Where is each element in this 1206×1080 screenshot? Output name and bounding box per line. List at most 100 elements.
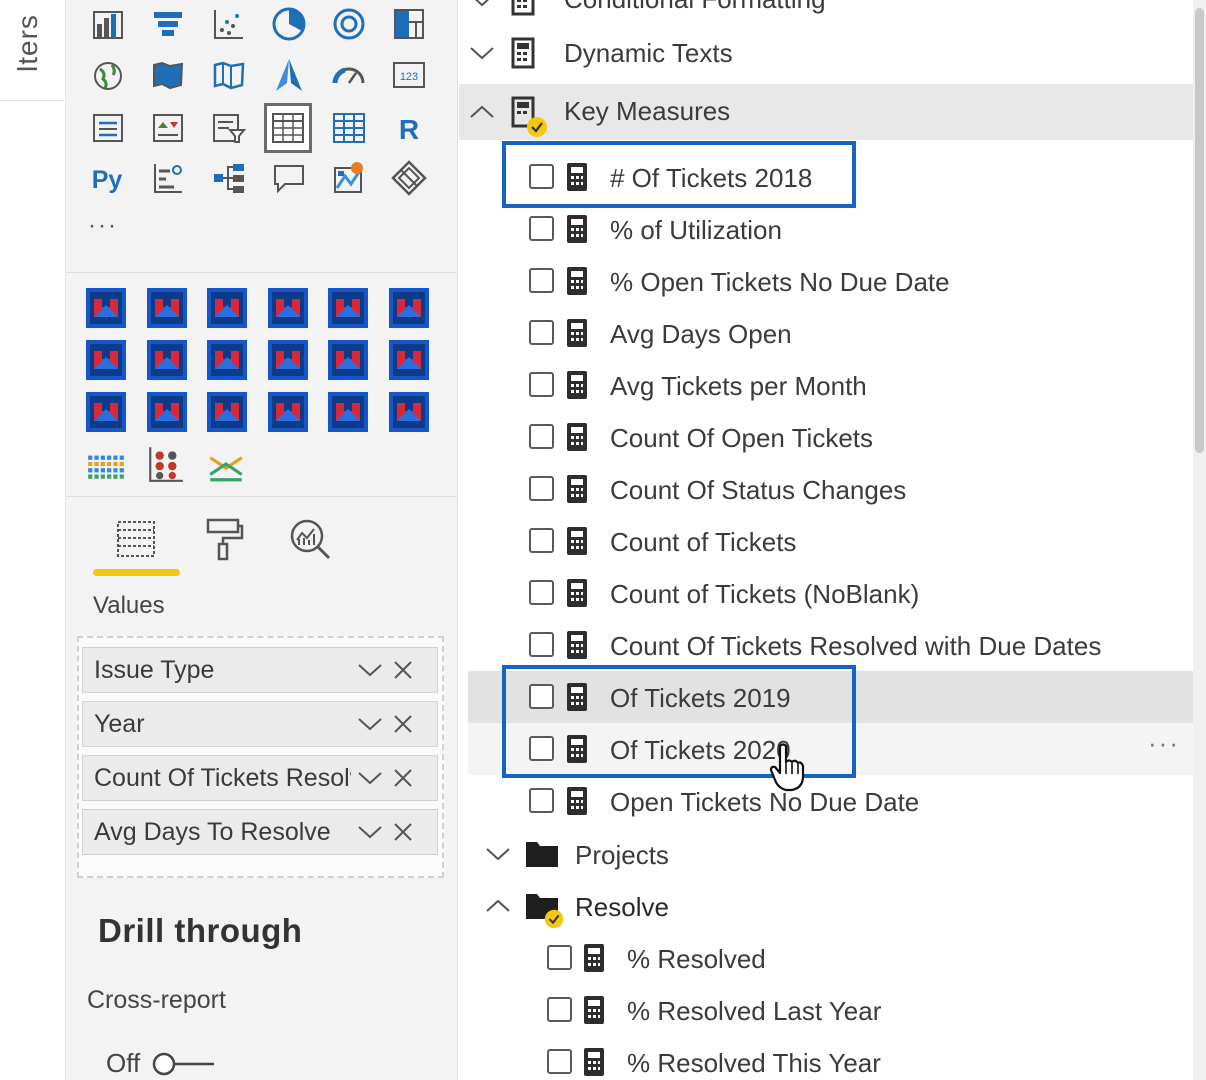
custom-visual-icon[interactable] bbox=[84, 286, 128, 330]
custom-visual-icon[interactable] bbox=[387, 286, 431, 330]
table-row-conditional-formatting[interactable]: Conditional Formatting bbox=[459, 0, 1194, 26]
measure-row[interactable]: Count Of Tickets Resolved with Due Dates bbox=[459, 619, 1194, 671]
treemap-icon[interactable] bbox=[387, 2, 431, 46]
filters-pane-collapsed[interactable]: lters bbox=[0, 0, 66, 1080]
close-icon[interactable] bbox=[387, 709, 419, 739]
measure-checkbox[interactable] bbox=[529, 632, 554, 657]
measure-checkbox[interactable] bbox=[547, 945, 572, 970]
chevron-down-icon[interactable] bbox=[355, 817, 385, 847]
custom-visual-icon[interactable] bbox=[205, 286, 249, 330]
measure-row[interactable]: % Resolved bbox=[459, 932, 1194, 984]
custom-visual-icon[interactable] bbox=[326, 286, 370, 330]
custom-visual-icon[interactable] bbox=[84, 338, 128, 382]
dot-plot-icon[interactable] bbox=[144, 442, 188, 486]
card-icon[interactable]: 123 bbox=[387, 53, 431, 97]
measure-row[interactable]: Count Of Status Changes bbox=[459, 463, 1194, 515]
chevron-up-icon[interactable] bbox=[483, 891, 513, 921]
custom-visual-icon[interactable] bbox=[387, 390, 431, 434]
scrollbar-thumb[interactable] bbox=[1195, 8, 1204, 453]
custom-visual-icon[interactable] bbox=[145, 338, 189, 382]
donut-chart-icon[interactable] bbox=[327, 2, 371, 46]
measure-checkbox[interactable] bbox=[529, 320, 554, 345]
custom-visual-icon[interactable] bbox=[145, 390, 189, 434]
table-icon[interactable] bbox=[264, 103, 312, 153]
pie-chart-icon[interactable] bbox=[267, 2, 311, 46]
chevron-down-icon[interactable] bbox=[467, 0, 497, 15]
stacked-column-chart-icon[interactable] bbox=[86, 2, 130, 46]
custom-visual-icon[interactable] bbox=[145, 286, 189, 330]
measure-row[interactable]: % Resolved This Year bbox=[459, 1036, 1194, 1080]
matrix-icon[interactable] bbox=[327, 106, 371, 150]
r-visual-icon[interactable]: R bbox=[387, 106, 431, 150]
chevron-up-icon[interactable] bbox=[467, 97, 497, 127]
arcgis-map-icon[interactable] bbox=[327, 156, 371, 200]
measure-row[interactable]: % Open Tickets No Due Date bbox=[459, 255, 1194, 307]
more-visuals-button[interactable]: ··· bbox=[88, 212, 118, 240]
cross-report-toggle[interactable] bbox=[152, 1050, 216, 1078]
measure-checkbox[interactable] bbox=[547, 997, 572, 1022]
measure-row[interactable]: % Resolved Last Year bbox=[459, 984, 1194, 1036]
heatmap-grid-icon[interactable] bbox=[84, 442, 128, 486]
custom-visual-icon[interactable] bbox=[266, 286, 310, 330]
measure-row[interactable]: Count Of Open Tickets bbox=[459, 411, 1194, 463]
value-field-pill[interactable]: Count Of Tickets Resolv bbox=[82, 755, 438, 801]
custom-visual-icon[interactable] bbox=[387, 338, 431, 382]
qa-icon[interactable] bbox=[267, 156, 311, 200]
range-chart-icon[interactable] bbox=[204, 442, 248, 486]
folder-row-resolve[interactable]: Resolve bbox=[459, 880, 1194, 932]
funnel-chart-icon[interactable] bbox=[146, 2, 190, 46]
measure-checkbox[interactable] bbox=[547, 1049, 572, 1074]
custom-visual-icon[interactable] bbox=[84, 390, 128, 434]
fields-tab-icon[interactable] bbox=[106, 511, 166, 567]
chevron-down-icon[interactable] bbox=[355, 655, 385, 685]
close-icon[interactable] bbox=[387, 817, 419, 847]
table-row-dynamic-texts[interactable]: Dynamic Texts bbox=[459, 27, 1194, 79]
multi-row-card-icon[interactable] bbox=[86, 106, 130, 150]
measure-checkbox[interactable] bbox=[529, 788, 554, 813]
measure-checkbox[interactable] bbox=[529, 476, 554, 501]
custom-visual-icon[interactable] bbox=[266, 338, 310, 382]
measure-checkbox[interactable] bbox=[529, 216, 554, 241]
more-options-button[interactable]: ··· bbox=[1148, 728, 1180, 759]
kpi-icon[interactable] bbox=[146, 106, 190, 150]
measure-row[interactable]: Count of Tickets bbox=[459, 515, 1194, 567]
custom-visual-icon[interactable] bbox=[205, 338, 249, 382]
azure-map-icon[interactable] bbox=[267, 53, 311, 97]
measure-checkbox[interactable] bbox=[529, 580, 554, 605]
filters-label[interactable]: lters bbox=[12, 0, 44, 72]
measure-checkbox[interactable] bbox=[529, 372, 554, 397]
chevron-down-icon[interactable] bbox=[355, 763, 385, 793]
key-influencers-icon[interactable] bbox=[146, 156, 190, 200]
measure-row[interactable]: % of Utilization bbox=[459, 203, 1194, 255]
folder-row-projects[interactable]: Projects bbox=[459, 828, 1194, 880]
filled-map-icon[interactable] bbox=[146, 53, 190, 97]
chevron-down-icon[interactable] bbox=[355, 709, 385, 739]
measure-row[interactable]: Count of Tickets (NoBlank) bbox=[459, 567, 1194, 619]
format-tab-icon[interactable] bbox=[193, 511, 253, 567]
shape-map-icon[interactable] bbox=[207, 53, 251, 97]
chevron-down-icon[interactable] bbox=[467, 38, 497, 68]
table-row-key-measures[interactable]: Key Measures bbox=[459, 84, 1194, 140]
value-field-pill[interactable]: Year bbox=[82, 701, 438, 747]
close-icon[interactable] bbox=[387, 655, 419, 685]
close-icon[interactable] bbox=[387, 763, 419, 793]
measure-checkbox[interactable] bbox=[529, 424, 554, 449]
power-apps-icon[interactable] bbox=[387, 156, 431, 200]
measure-checkbox[interactable] bbox=[529, 528, 554, 553]
gauge-icon[interactable] bbox=[327, 53, 371, 97]
chevron-down-icon[interactable] bbox=[483, 839, 513, 869]
custom-visual-icon[interactable] bbox=[326, 390, 370, 434]
custom-visual-icon[interactable] bbox=[326, 338, 370, 382]
measure-row[interactable]: Avg Tickets per Month bbox=[459, 359, 1194, 411]
measure-checkbox[interactable] bbox=[529, 268, 554, 293]
scatter-chart-icon[interactable] bbox=[207, 2, 251, 46]
measure-row[interactable]: Open Tickets No Due Date bbox=[459, 775, 1194, 827]
slicer-icon[interactable] bbox=[207, 106, 251, 150]
python-visual-icon[interactable]: Py bbox=[86, 156, 130, 200]
custom-visual-icon[interactable] bbox=[205, 390, 249, 434]
measure-row[interactable]: Avg Days Open bbox=[459, 307, 1194, 359]
value-field-pill[interactable]: Avg Days To Resolve bbox=[82, 809, 438, 855]
analytics-tab-icon[interactable] bbox=[280, 511, 340, 567]
decomposition-tree-icon[interactable] bbox=[207, 156, 251, 200]
custom-visual-icon[interactable] bbox=[266, 390, 310, 434]
